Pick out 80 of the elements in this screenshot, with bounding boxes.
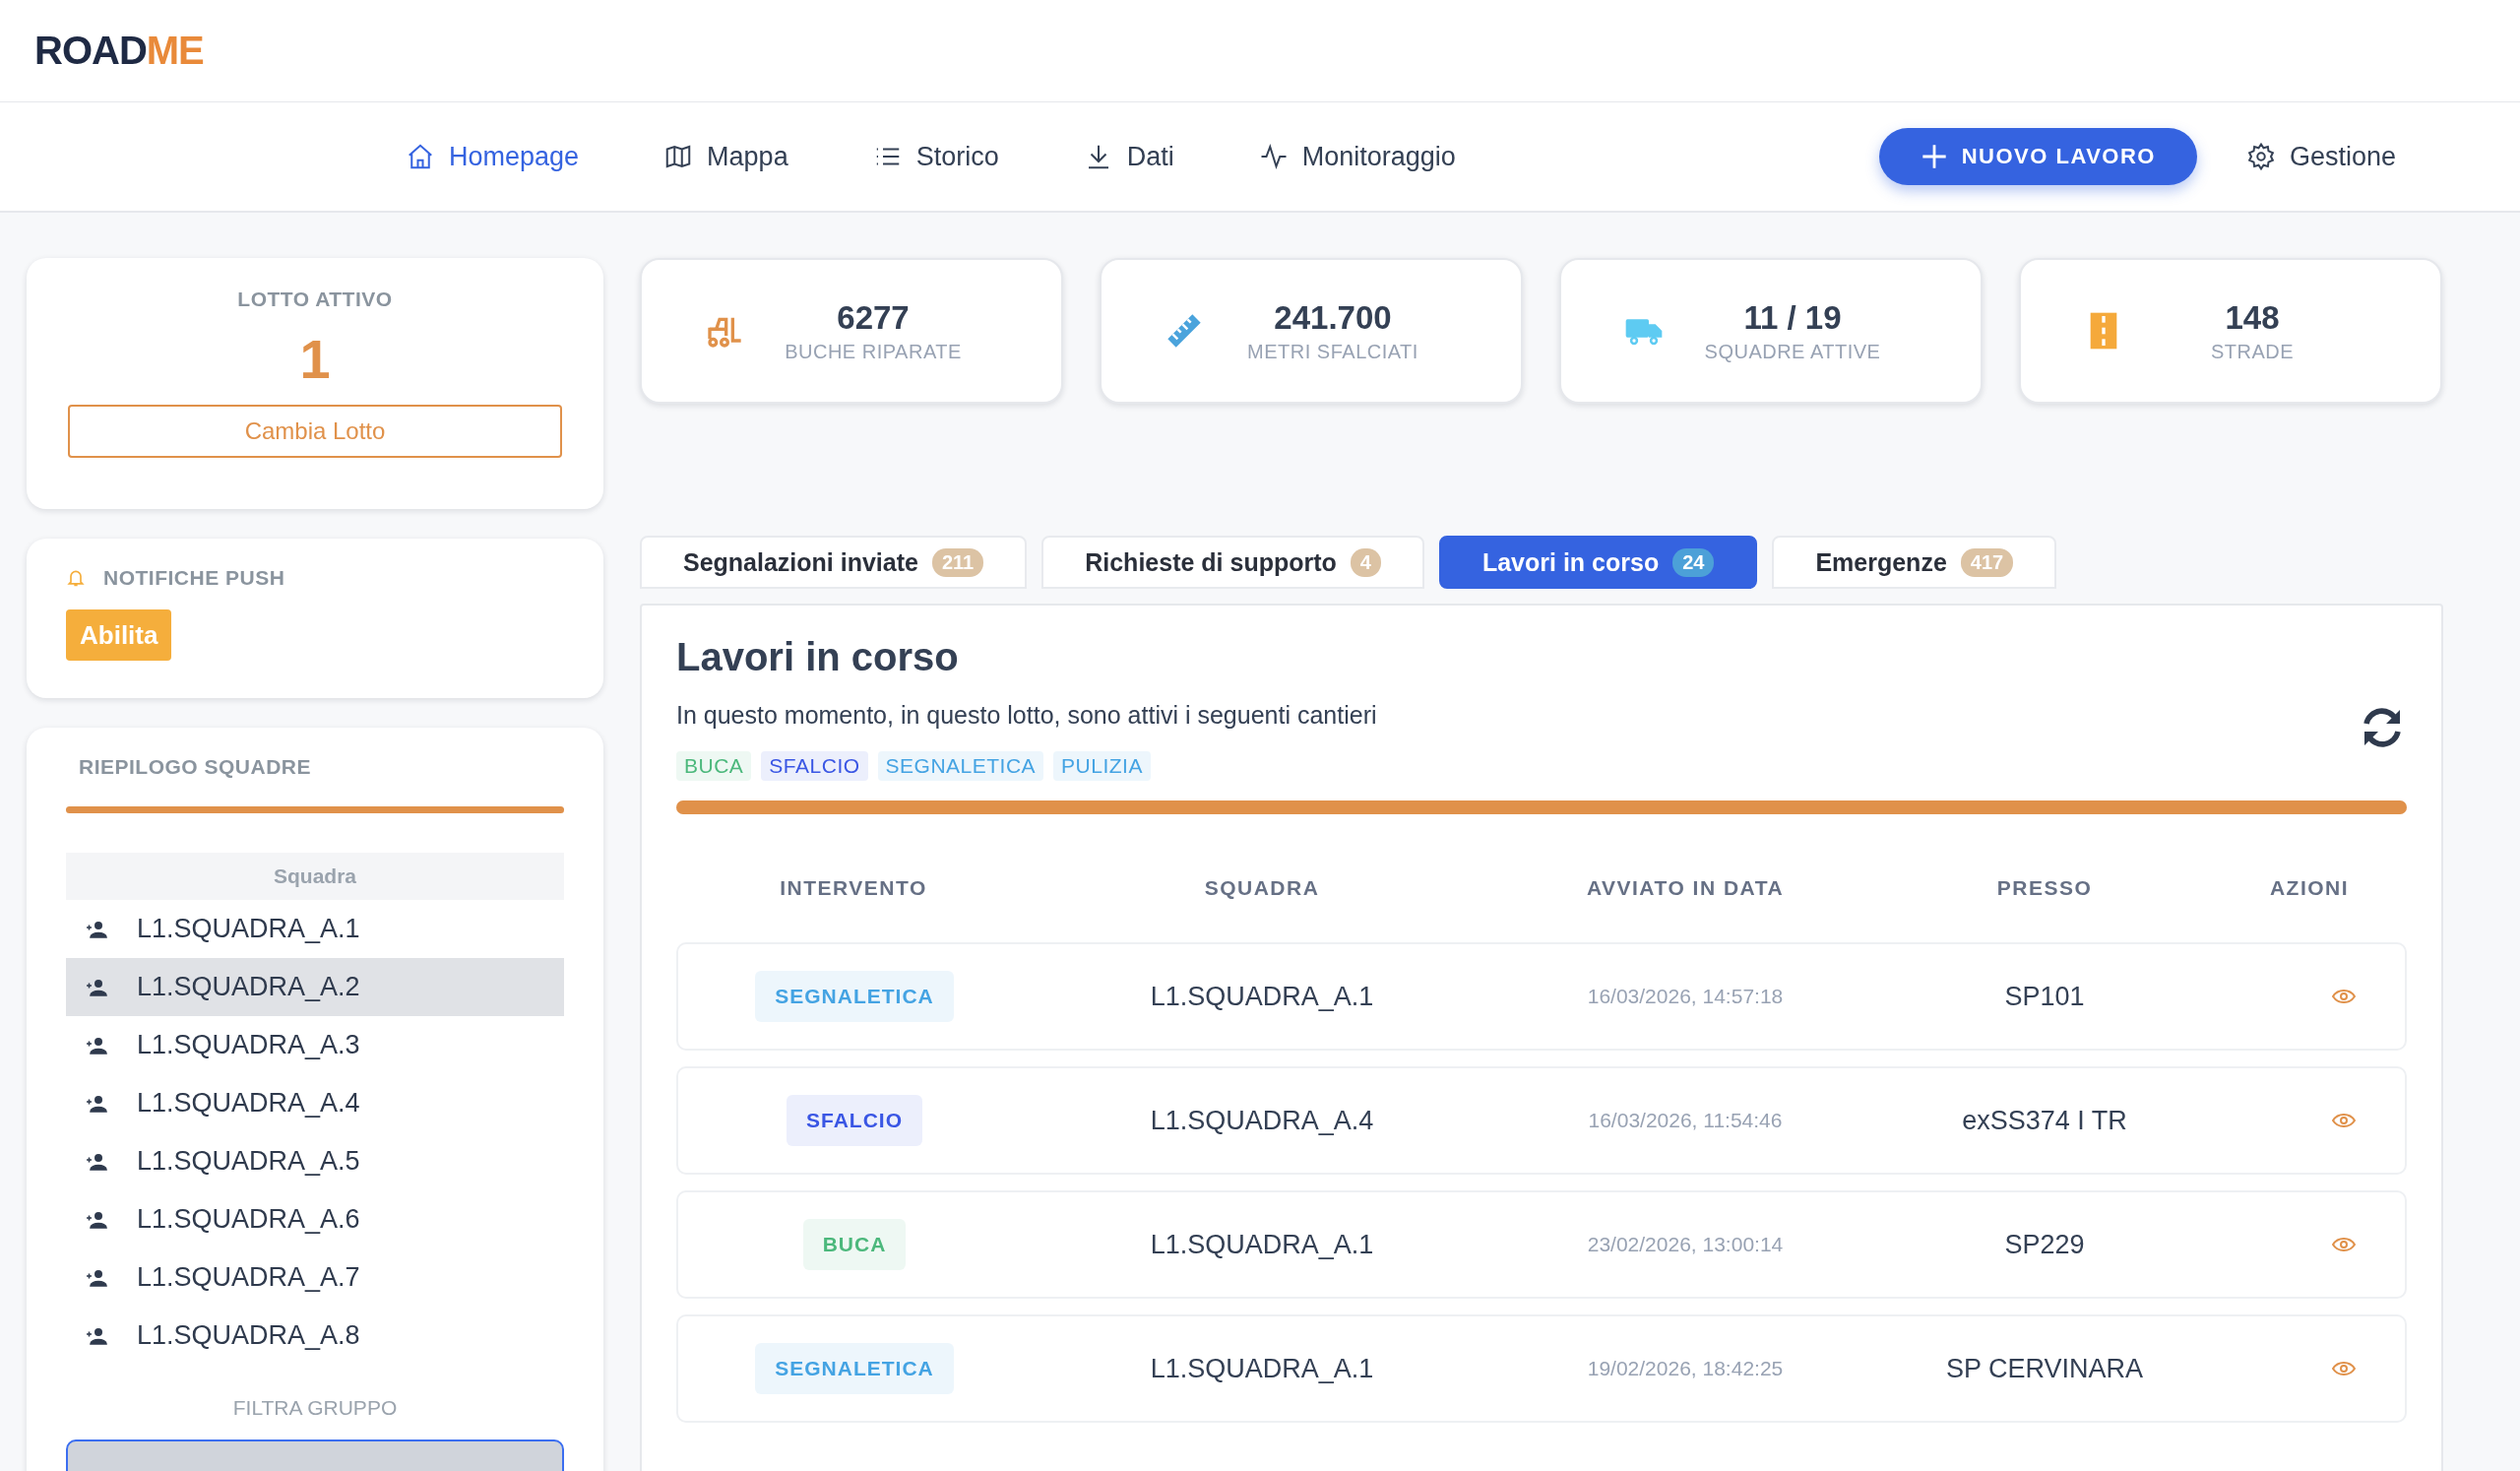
category-tag: PULIZIA bbox=[1053, 751, 1151, 781]
category-tag: SFALCIO bbox=[761, 751, 868, 781]
column-header: INTERVENTO bbox=[779, 875, 928, 901]
table-cell-text: exSS374 I TR bbox=[1961, 1105, 2128, 1136]
column-header: AVVIATO IN DATA bbox=[1585, 875, 1786, 901]
panel-subtitle: In questo momento, in questo lotto, sono attivi i seguenti cantieri bbox=[676, 701, 1377, 730]
team-item[interactable]: L1.SQUADRA_A.7 bbox=[66, 1248, 564, 1307]
user-icon bbox=[86, 978, 107, 996]
view-button[interactable] bbox=[2332, 988, 2356, 1005]
filter-label: FILTRA GRUPPO bbox=[231, 1396, 399, 1420]
nav-link[interactable]: Storico bbox=[872, 141, 999, 172]
table-cell-text: SP101 bbox=[2003, 981, 2086, 1012]
nav-link[interactable]: Dati bbox=[1083, 141, 1174, 172]
user-icon bbox=[86, 1268, 107, 1287]
table-cell-text: SP CERVINARA bbox=[1944, 1353, 2145, 1384]
count-badge: 4 bbox=[1350, 547, 1381, 577]
type-badge: SEGNALETICA bbox=[755, 1343, 954, 1394]
settings-icon bbox=[2245, 142, 2276, 171]
column-header: AZIONI bbox=[2268, 875, 2351, 901]
type-badge: SFALCIO bbox=[787, 1095, 922, 1146]
stat-value: 6277 bbox=[837, 298, 910, 337]
table-cell-text: 23/02/2026, 13:00:14 bbox=[1586, 1233, 1785, 1256]
team-item[interactable]: L1.SQUADRA_A.5 bbox=[66, 1132, 564, 1190]
team-item[interactable]: L1.SQUADRA_A.6 bbox=[66, 1190, 564, 1248]
tab[interactable]: Emergenze 417 bbox=[1772, 536, 2057, 589]
settings-link[interactable]: Gestione bbox=[2239, 140, 2402, 173]
card-title: RIEPILOGO SQUADRE bbox=[79, 755, 313, 779]
table-cell-text: 19/02/2026, 18:42:25 bbox=[1586, 1357, 1785, 1380]
bell-icon bbox=[66, 568, 86, 588]
stat-value: 148 bbox=[2225, 298, 2280, 337]
type-badge: SEGNALETICA bbox=[755, 971, 954, 1022]
category-tag: BUCA bbox=[676, 751, 752, 781]
team-item[interactable]: L1.SQUADRA_A.2 bbox=[66, 958, 564, 1016]
table-cell-text: SP229 bbox=[2003, 1229, 2086, 1260]
team-item[interactable]: L1.SQUADRA_A.4 bbox=[66, 1074, 564, 1132]
count-badge: 211 bbox=[931, 547, 984, 577]
stat-label: BUCHE RIPARATE bbox=[785, 340, 962, 363]
logo: ROADME bbox=[34, 29, 204, 73]
user-icon bbox=[86, 1326, 107, 1345]
card-title: LOTTO ATTIVO bbox=[237, 288, 393, 311]
view-button[interactable] bbox=[2332, 1236, 2356, 1253]
table-cell-text: 16/03/2026, 14:57:18 bbox=[1586, 985, 1785, 1008]
count-badge: 417 bbox=[1960, 547, 2014, 577]
user-icon bbox=[86, 920, 107, 938]
column-header: PRESSO bbox=[1995, 875, 2094, 901]
nav-link[interactable]: Homepage bbox=[406, 141, 580, 172]
table-cell-text: L1.SQUADRA_A.1 bbox=[1149, 1353, 1375, 1384]
nav-link[interactable]: Monitoraggio bbox=[1258, 141, 1456, 172]
plus-icon bbox=[1920, 143, 1948, 170]
type-badge: BUCA bbox=[802, 1219, 907, 1270]
stat-value: 11 / 19 bbox=[1743, 298, 1842, 337]
view-button[interactable] bbox=[2332, 1360, 2356, 1377]
nav-link[interactable]: Mappa bbox=[663, 141, 788, 172]
view-button[interactable] bbox=[2332, 1112, 2356, 1129]
table-cell-text: 16/03/2026, 11:54:46 bbox=[1587, 1109, 1784, 1132]
tab[interactable]: Lavori in corso 24 bbox=[1438, 536, 1758, 589]
table-cell-text: L1.SQUADRA_A.1 bbox=[1149, 981, 1375, 1012]
user-icon bbox=[86, 1210, 107, 1229]
team-item[interactable]: L1.SQUADRA_A.3 bbox=[66, 1016, 564, 1074]
panel-title: Lavori in corso bbox=[676, 635, 960, 679]
new-work-button[interactable]: NUOVO LAVORO bbox=[1878, 128, 2197, 185]
tab[interactable]: Segnalazioni inviate 211 bbox=[640, 536, 1028, 589]
stat-label: SQUADRE ATTIVE bbox=[1704, 340, 1881, 363]
table-cell-text: L1.SQUADRA_A.4 bbox=[1149, 1105, 1375, 1136]
card-title: NOTIFICHE PUSH bbox=[103, 566, 285, 590]
user-icon bbox=[86, 1152, 107, 1171]
user-icon bbox=[86, 1094, 107, 1113]
column-header: SQUADRA bbox=[1203, 875, 1321, 901]
stat-label: STRADE bbox=[2210, 340, 2295, 363]
team-item[interactable]: L1.SQUADRA_A.8 bbox=[66, 1307, 564, 1365]
table-cell-text: L1.SQUADRA_A.1 bbox=[1149, 1229, 1375, 1260]
tab[interactable]: Richieste di supporto 4 bbox=[1041, 536, 1424, 589]
count-badge: 24 bbox=[1672, 547, 1715, 577]
stat-value: 241.700 bbox=[1274, 298, 1392, 337]
team-item[interactable]: L1.SQUADRA_A.1 bbox=[66, 900, 564, 958]
user-icon bbox=[86, 1036, 107, 1055]
column-header: Squadra bbox=[66, 853, 564, 900]
lotto-number: 1 bbox=[299, 327, 331, 391]
stat-label: METRI SFALCIATI bbox=[1247, 340, 1418, 363]
category-tag: SEGNALETICA bbox=[877, 751, 1044, 781]
